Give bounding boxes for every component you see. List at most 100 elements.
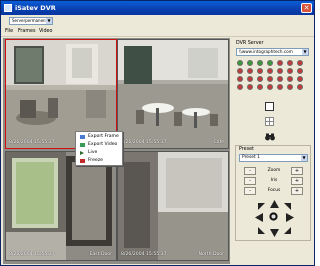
- camera-button[interactable]: [267, 60, 273, 66]
- dvr-server-dropdown[interactable]: \\www.intographtech.com ▼: [236, 48, 309, 56]
- pan-right-icon[interactable]: [285, 213, 294, 222]
- preset-dropdown[interactable]: Preset 1 ▼: [239, 154, 308, 162]
- camera-button[interactable]: [267, 68, 273, 74]
- binoculars-icon[interactable]: [265, 133, 275, 141]
- control-panel: DVR Server \\www.intographtech.com ▼ Pre…: [232, 38, 314, 264]
- iris-close-button[interactable]: -: [244, 177, 256, 185]
- camera-button[interactable]: [267, 84, 273, 90]
- camera-button[interactable]: [277, 68, 283, 74]
- pan-left-icon[interactable]: [255, 213, 264, 222]
- camera-name: Cafe: [213, 140, 224, 145]
- camera-button[interactable]: [297, 84, 303, 90]
- freeze-icon: [80, 159, 85, 163]
- camera-button[interactable]: [237, 76, 243, 82]
- profile-dropdown[interactable]: Serverpermanent ▼: [9, 17, 53, 25]
- camera-button[interactable]: [247, 76, 253, 82]
- camera-name: North Door: [198, 252, 224, 257]
- camera-button[interactable]: [257, 76, 263, 82]
- camera-button[interactable]: [287, 84, 293, 90]
- menu-item-label: Freeze: [88, 158, 103, 163]
- menu-item-export-frame[interactable]: Export Frame: [78, 133, 122, 141]
- pan-up-right-icon[interactable]: [283, 202, 292, 211]
- focus-near-button[interactable]: -: [244, 187, 256, 195]
- camera-button[interactable]: [297, 60, 303, 66]
- focus-label: Focus: [267, 188, 281, 193]
- chevron-down-icon[interactable]: ▼: [46, 18, 52, 24]
- camera-button[interactable]: [247, 68, 253, 74]
- camera-button[interactable]: [297, 76, 303, 82]
- menu-item-label: Live: [88, 150, 98, 155]
- preset-value: Preset 1: [242, 155, 260, 160]
- camera-image: [118, 40, 228, 148]
- camera-button[interactable]: [237, 84, 243, 90]
- live-icon: [80, 151, 84, 155]
- camera-view-north-door[interactable]: 8/26/2004 15:55:37 North Door: [117, 151, 229, 261]
- camera-button[interactable]: [247, 84, 253, 90]
- preset-group: Preset Preset 1 ▼ - Zoom + - Iris + - Fo…: [235, 145, 311, 241]
- iris-open-button[interactable]: +: [291, 177, 303, 185]
- ptz-home-icon[interactable]: [269, 212, 278, 221]
- export-video-icon: [80, 143, 85, 147]
- menu-item-export-video[interactable]: Export Video: [78, 141, 122, 149]
- camera-button[interactable]: [287, 60, 293, 66]
- camera-button[interactable]: [247, 60, 253, 66]
- pan-down-icon[interactable]: [270, 228, 279, 237]
- menu-item-live[interactable]: Live: [78, 149, 122, 157]
- camera-button[interactable]: [237, 68, 243, 74]
- close-button[interactable]: ✕: [301, 3, 312, 13]
- camera-button[interactable]: [257, 68, 263, 74]
- zoom-label: Zoom: [267, 168, 281, 173]
- focus-far-button[interactable]: +: [291, 187, 303, 195]
- camera-name: East Door: [89, 252, 112, 257]
- camera-button[interactable]: [287, 68, 293, 74]
- camera-image: [118, 152, 228, 260]
- chevron-down-icon[interactable]: ▼: [301, 155, 307, 161]
- menu-item-label: Export Video: [88, 142, 118, 147]
- menu-item-label: Export Frame: [88, 134, 119, 139]
- menu-file[interactable]: File: [5, 29, 13, 35]
- pan-down-right-icon[interactable]: [283, 226, 292, 235]
- quad-view-button[interactable]: [265, 117, 274, 126]
- dvr-server-value: \\www.intographtech.com: [239, 49, 293, 54]
- profile-toolbar: Serverpermanent ▼: [1, 15, 314, 27]
- camera-button[interactable]: [257, 84, 263, 90]
- pan-down-left-icon[interactable]: [257, 226, 266, 235]
- pan-up-icon[interactable]: [270, 200, 279, 209]
- dvr-window: iSatev DVR ✕ Serverpermanent ▼ File Fram…: [0, 0, 315, 266]
- camera-view-east-door[interactable]: 8/26/2004 15:55:37 East Door: [5, 151, 117, 261]
- zoom-in-button[interactable]: +: [291, 167, 303, 175]
- context-menu: Export Frame Export Video Live Freeze: [75, 131, 123, 166]
- camera-timestamp: 8/26/2004 15:55:37: [121, 252, 167, 257]
- camera-timestamp: 8/26/2004 15:55:37: [121, 140, 167, 145]
- preset-label: Preset: [239, 147, 254, 152]
- camera-button[interactable]: [277, 76, 283, 82]
- camera-button[interactable]: [277, 84, 283, 90]
- camera-button[interactable]: [287, 76, 293, 82]
- pan-up-left-icon[interactable]: [257, 202, 266, 211]
- iris-label: Iris: [270, 178, 278, 183]
- camera-button[interactable]: [257, 60, 263, 66]
- camera-button[interactable]: [237, 60, 243, 66]
- camera-timestamp: 8/26/2004 15:55:37: [9, 252, 55, 257]
- camera-selector-grid: [237, 60, 309, 98]
- camera-button[interactable]: [297, 68, 303, 74]
- zoom-out-button[interactable]: -: [244, 167, 256, 175]
- camera-timestamp: 8/26/2004 15:55:37: [9, 140, 55, 145]
- single-view-button[interactable]: [265, 102, 274, 111]
- app-icon: [4, 4, 12, 12]
- camera-view-cafe[interactable]: 8/26/2004 15:55:37 Cafe: [117, 39, 229, 149]
- profile-value: Serverpermanent: [12, 18, 48, 23]
- menu-item-freeze[interactable]: Freeze: [78, 157, 122, 165]
- camera-image: [6, 152, 116, 260]
- menu-video[interactable]: Video: [39, 29, 52, 35]
- export-frame-icon: [80, 135, 85, 139]
- menu-bar: File Frames Video: [1, 28, 314, 37]
- camera-button[interactable]: [277, 60, 283, 66]
- window-title: iSatev DVR: [15, 4, 56, 12]
- video-grid: 8/26/2004 15:55:37 Lobby 8/26/2004 15:55…: [3, 38, 230, 264]
- chevron-down-icon[interactable]: ▼: [302, 49, 308, 55]
- title-bar[interactable]: iSatev DVR ✕: [1, 1, 314, 15]
- camera-button[interactable]: [267, 76, 273, 82]
- dvr-server-label: DVR Server: [236, 41, 264, 46]
- menu-frames[interactable]: Frames: [18, 29, 35, 35]
